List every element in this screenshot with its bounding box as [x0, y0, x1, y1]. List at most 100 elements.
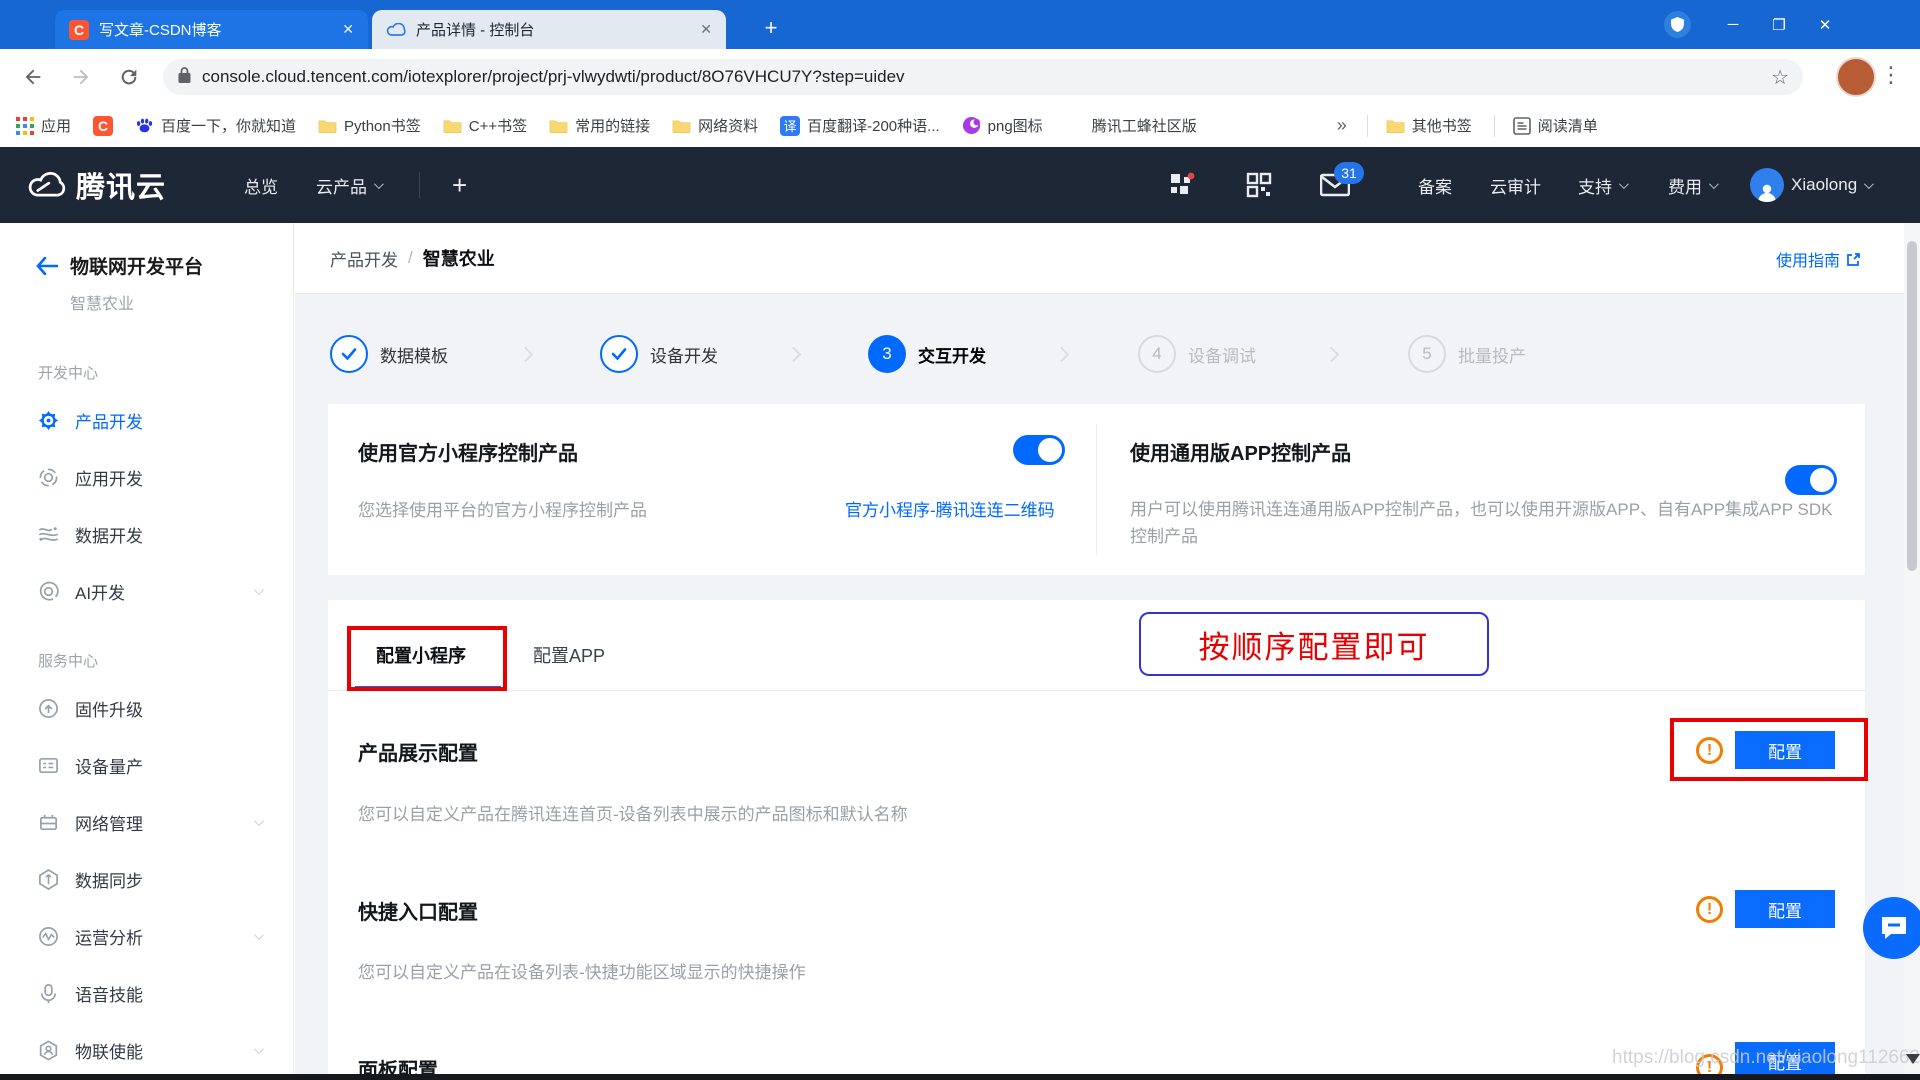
qr-code-icon[interactable] [1246, 172, 1272, 198]
nav-add-button[interactable]: + [452, 170, 467, 201]
profile-avatar[interactable] [1836, 57, 1876, 97]
other-bookmarks[interactable]: 其他书签 [1386, 115, 1472, 136]
tab-close-icon[interactable]: ✕ [700, 21, 712, 38]
tab-config-app[interactable]: 配置APP [533, 642, 605, 668]
breadcrumb-current: 智慧农业 [422, 249, 495, 269]
bookmark-folder-links[interactable]: 常用的链接 [549, 115, 650, 136]
reload-icon[interactable] [112, 60, 146, 94]
mini-program-title: 使用官方小程序控制产品 [358, 443, 578, 465]
forward-icon[interactable] [64, 60, 98, 94]
bookmark-folder-resources[interactable]: 网络资料 [672, 115, 758, 136]
chat-fab[interactable] [1863, 897, 1920, 959]
chevron-down-icon [253, 929, 264, 940]
step-check-icon [330, 335, 368, 373]
bookmark-baidu-translate[interactable]: 译 百度翻译-200种语... [780, 115, 940, 136]
url-bar[interactable]: console.cloud.tencent.com/iotexplorer/pr… [163, 59, 1803, 95]
tab-title: 产品详情 - 控制台 [416, 22, 535, 39]
step-number: 4 [1138, 335, 1176, 373]
section-desc-shortcut: 您可以自定义产品在设备列表-快捷功能区域显示的快捷操作 [358, 963, 806, 982]
gear-icon [38, 410, 59, 430]
sidebar-section-service: 服务中心 [38, 653, 99, 670]
tencent-cloud-logo[interactable]: 腾讯云 [25, 164, 166, 206]
nav-support[interactable]: 支持 [1578, 173, 1629, 198]
breadcrumb-parent[interactable]: 产品开发 [330, 246, 398, 271]
sidebar-item-mass-production[interactable]: 设备量产 [0, 745, 293, 785]
streams-icon [39, 526, 58, 541]
configure-button-shortcut[interactable]: 配置 [1735, 890, 1835, 928]
section-desc-product-display: 您可以自定义产品在腾讯连连首页-设备列表中展示的产品图标和默认名称 [358, 805, 908, 824]
app-toggle[interactable] [1785, 465, 1837, 495]
png-icon [962, 116, 981, 135]
folder-icon [1386, 118, 1405, 134]
browser-tab-csdn[interactable]: C 写文章-CSDN博客 ✕ [55, 10, 368, 49]
sidebar-item-network[interactable]: 网络管理 [0, 802, 293, 842]
config-card [328, 600, 1865, 1080]
folder-icon [443, 118, 462, 134]
chevron-down-icon [1708, 178, 1719, 189]
apps-shortcut[interactable]: 应用 [16, 115, 71, 136]
window-bottom-edge [0, 1074, 1920, 1080]
mini-program-toggle[interactable] [1013, 435, 1065, 465]
bookmark-csdn[interactable]: C [93, 115, 114, 136]
sidebar-item-iot-enable[interactable]: 物联使能 [0, 1030, 293, 1070]
chat-bubble-icon [1882, 917, 1906, 939]
sidebar-item-voice[interactable]: 语音技能 [0, 973, 293, 1013]
bookmark-star-icon[interactable]: ☆ [1771, 65, 1789, 90]
chevron-down-icon [253, 1043, 264, 1054]
scroll-down-arrow[interactable] [1906, 1054, 1920, 1064]
nav-beian[interactable]: 备案 [1418, 173, 1452, 198]
sync-icon [39, 868, 58, 890]
annotation-red-box-configure [1670, 718, 1868, 781]
bookmark-folder-python[interactable]: Python书签 [318, 115, 421, 136]
chevron-down-icon [1618, 178, 1629, 189]
usage-guide-link[interactable]: 使用指南 [1776, 247, 1861, 271]
external-link-icon [1847, 252, 1860, 266]
tab-close-icon[interactable]: ✕ [342, 21, 354, 38]
breadcrumb: 产品开发 / 智慧农业 [330, 245, 495, 271]
mail-icon[interactable]: 31 [1320, 162, 1364, 197]
new-tab-button[interactable]: + [756, 14, 786, 44]
sidebar-section-dev: 开发中心 [38, 365, 99, 382]
maximize-button[interactable]: ❐ [1756, 16, 1802, 34]
step-device-dev: 设备开发 [600, 335, 718, 373]
nav-audit[interactable]: 云审计 [1490, 173, 1541, 198]
chevron-down-icon [373, 178, 384, 189]
section-title-shortcut: 快捷入口配置 [358, 902, 478, 924]
bookmark-gongfeng[interactable]: 腾讯工蜂社区版 [1065, 115, 1197, 136]
scrollbar-thumb[interactable] [1907, 241, 1917, 571]
folder-icon [318, 118, 337, 134]
bookmark-baidu[interactable]: 百度一下，你就知道 [135, 115, 296, 136]
sidebar-item-data-dev[interactable]: 数据开发 [0, 514, 293, 554]
sidebar-back-title[interactable]: 物联网开发平台 [36, 252, 203, 279]
close-button[interactable]: ✕ [1802, 16, 1848, 34]
minimize-button[interactable]: ─ [1710, 16, 1756, 33]
nav-products[interactable]: 云产品 [316, 173, 384, 198]
browser-profile-shield-icon[interactable] [1664, 11, 1710, 38]
apps-grid-icon [16, 116, 34, 135]
console-grid-icon[interactable] [1168, 171, 1196, 199]
section-title-product-display: 产品展示配置 [358, 743, 478, 765]
sidebar-item-product-dev[interactable]: 产品开发 [0, 400, 293, 440]
user-menu[interactable]: Xiaolong [1750, 168, 1875, 202]
bookmark-folder-cpp[interactable]: C++书签 [443, 115, 527, 136]
chevron-down-icon [253, 584, 264, 595]
nav-billing[interactable]: 费用 [1668, 173, 1719, 198]
browser-menu-icon[interactable]: ⋮ [1880, 62, 1902, 88]
bookmarks-overflow-icon[interactable]: » [1337, 115, 1347, 136]
divider [1366, 114, 1368, 137]
sidebar-item-ai-dev[interactable]: AI开发 [0, 571, 293, 611]
hexagon-icon [39, 1039, 58, 1061]
nav-overview[interactable]: 总览 [244, 173, 278, 198]
sidebar-item-firmware[interactable]: 固件升级 [0, 688, 293, 728]
reading-list[interactable]: 阅读清单 [1512, 115, 1598, 136]
chevron-down-icon [253, 815, 264, 826]
mini-program-qr-link[interactable]: 官方小程序-腾讯连连二维码 [845, 496, 1055, 521]
browser-tab-console[interactable]: 产品详情 - 控制台 ✕ [372, 10, 726, 49]
back-icon[interactable] [16, 60, 50, 94]
sidebar-item-data-sync[interactable]: 数据同步 [0, 859, 293, 899]
tencent-cloud-favicon [386, 20, 406, 40]
card-list-icon [39, 757, 58, 773]
bookmark-png-icons[interactable]: png图标 [962, 115, 1043, 136]
sidebar-item-app-dev[interactable]: 应用开发 [0, 457, 293, 497]
sidebar-item-analytics[interactable]: 运营分析 [0, 916, 293, 956]
